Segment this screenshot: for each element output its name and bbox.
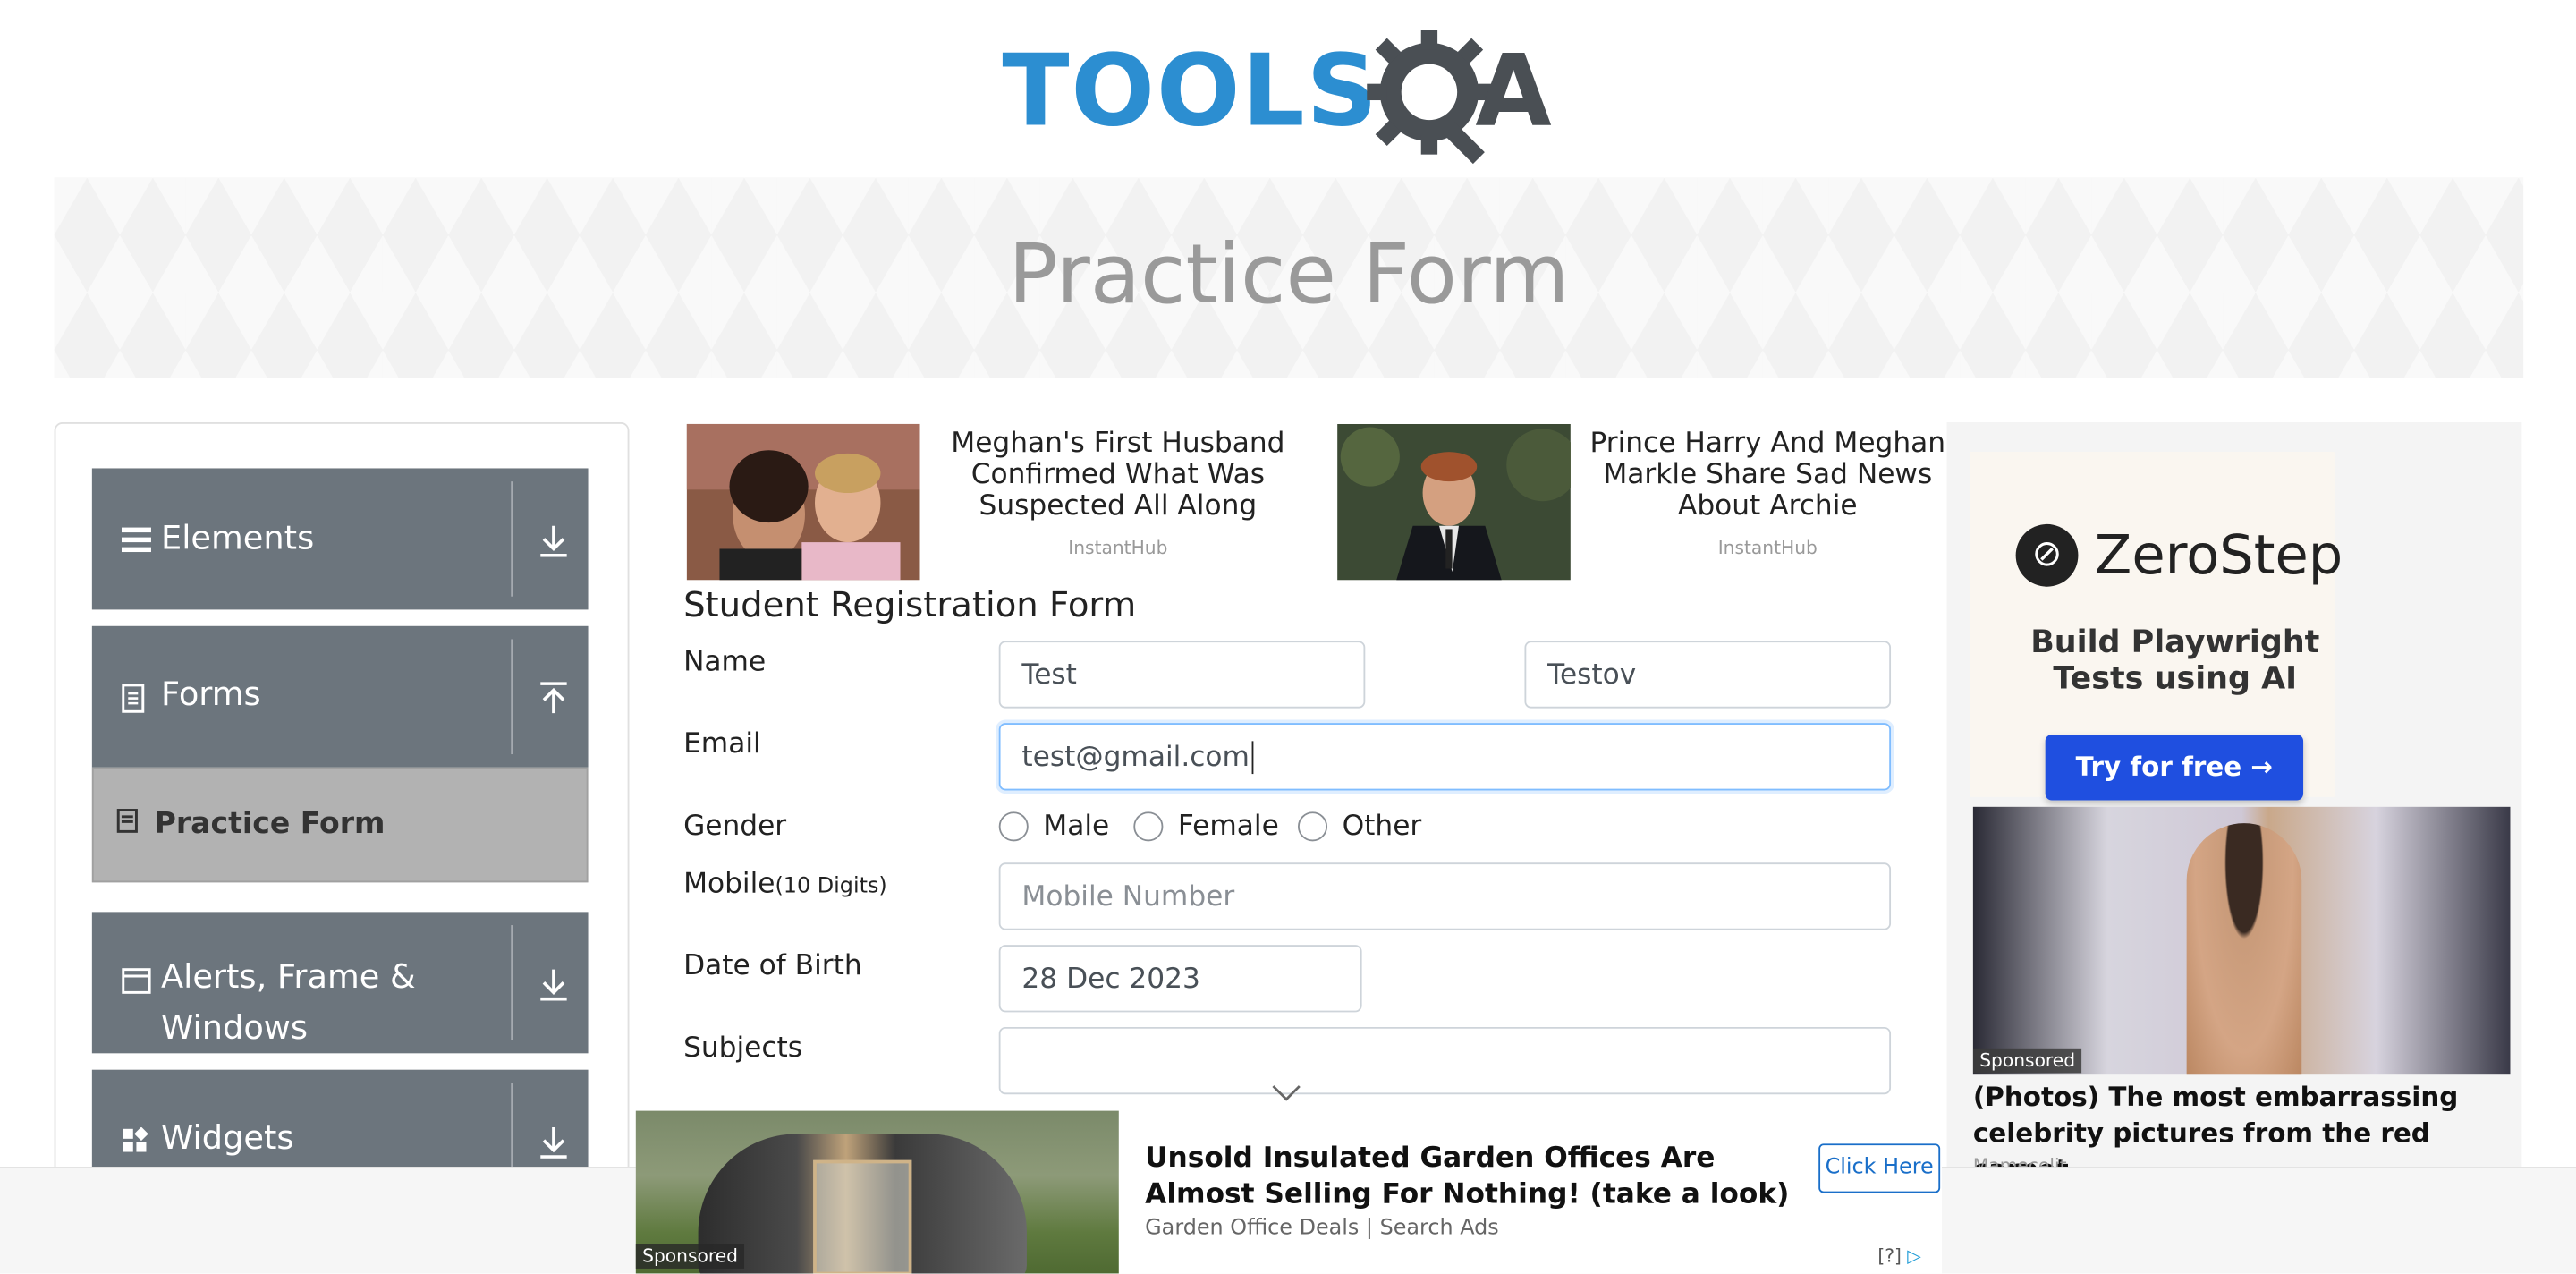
chevron-down-icon [1272,1085,1301,1101]
bottom-ad-title[interactable]: Unsold Insulated Garden Offices Are Almo… [1145,1141,1802,1213]
gender-radio-other[interactable]: Other [1297,810,1422,844]
radio-circle [998,811,1029,842]
subjects-label: Subjects [683,1032,803,1066]
upload-arrow-icon [540,682,567,714]
zerostep-tagline: Build Playwright Tests using AI [2030,624,2320,697]
first-name-input[interactable]: Test [998,641,1366,709]
last-name-value: Testov [1547,658,1637,692]
page-banner: Practice Form [54,177,2524,378]
document-icon [122,684,145,713]
ad-card-2[interactable]: Prince Harry And Meghan Markle Share Sad… [1337,423,1948,582]
download-arrow-icon [540,969,567,1001]
zerostep-logo-icon: ⊘ [2015,523,2079,587]
bottom-ad-source: Garden Office Deals | Search Ads [1145,1216,1499,1241]
ad-image [1337,423,1571,581]
page-title: Practice Form [1008,226,1570,322]
sidebar-item-label: Practice Form [154,806,386,842]
subjects-input[interactable] [998,1026,1892,1095]
sidebar-group-elements[interactable]: Elements [91,468,589,610]
radio-circle [1133,811,1164,842]
logo-text: TOOLS [1002,34,1379,150]
ad-info-link[interactable]: [?] ▷ [1877,1245,1920,1267]
dob-value: 28 Dec 2023 [1021,962,1200,996]
click-here-button[interactable]: Click Here [1818,1143,1941,1193]
divider [511,639,513,755]
toolsqa-logo[interactable]: TOOLS A [1002,26,1580,165]
sidebar-item-practice-form[interactable]: Practice Form [91,767,589,883]
sidebar-group-label: Widgets [160,1117,294,1158]
ad-info-text: [?] [1877,1245,1902,1268]
radio-label: Female [1177,810,1279,844]
ad-source: InstantHub [1068,537,1168,559]
celebrity-figure [2186,823,2302,1075]
form-icon [116,809,138,833]
dob-input[interactable]: 28 Dec 2023 [998,945,1362,1013]
sidebar-group-label: Forms [160,674,261,714]
mobile-label: Mobile(10 Digits) [683,868,887,901]
try-for-free-button[interactable]: Try for free → [2045,735,2304,801]
sidebar-group-forms[interactable]: Forms [91,625,589,768]
radio-label: Other [1342,810,1422,844]
ad-card-1[interactable]: Meghan's First Husband Confirmed What Wa… [686,423,1303,582]
mobile-input[interactable]: Mobile Number [998,862,1892,930]
mobile-label-text: Mobile [683,867,775,901]
page: TOOLS A Practice Form Elements Forms Pra… [0,0,2576,1274]
text-caret [1250,740,1253,774]
celebrity-ad-image[interactable]: Sponsored [1972,806,2511,1075]
pod-door [813,1159,912,1274]
ad-source: InstantHub [1717,537,1818,559]
sidebar-group-label-2: Windows [160,1006,308,1047]
divider [511,481,513,597]
sponsored-tag: Sponsored [635,1244,745,1269]
window-icon [122,968,151,994]
dob-label: Date of Birth [683,949,862,983]
widgets-icon [123,1126,148,1152]
first-name-value: Test [1021,658,1077,692]
form-title: Student Registration Form [683,584,1137,624]
ad-image [686,423,920,581]
gender-radio-female[interactable]: Female [1133,810,1279,844]
ad-title: Meghan's First Husband Confirmed What Wa… [951,427,1285,523]
gender-radio-male[interactable]: Male [998,810,1110,844]
sidebar: Elements Forms Practice Form Alerts, Fra… [54,422,630,1211]
email-input[interactable]: test@gmail.com [998,723,1892,791]
adchoices-icon: ▷ [1907,1245,1921,1268]
divider [511,925,513,1040]
email-value: test@gmail.com [1021,740,1250,774]
ad-title: Prince Harry And Meghan Markle Share Sad… [1589,427,1946,523]
collapse-chevron-icon[interactable] [1272,1082,1301,1108]
radio-circle [1297,811,1328,842]
zerostep-brand: ZeroStep [2094,522,2343,587]
zerostep-ad[interactable]: ⊘ ZeroStep Build Playwright Tests using … [1970,452,2343,801]
sidebar-group-label: Elements [160,517,315,557]
mobile-label-sub: (10 Digits) [775,874,887,899]
name-label: Name [683,645,767,679]
hamburger-icon [121,527,151,553]
download-arrow-icon [540,525,567,557]
radio-label: Male [1043,810,1110,844]
right-ad[interactable]: ⊘ ZeroStep Build Playwright Tests using … [1946,422,2522,1185]
download-arrow-icon [540,1126,567,1159]
logo-a: A [1475,34,1552,150]
mobile-placeholder: Mobile Number [1021,879,1235,913]
last-name-input[interactable]: Testov [1524,641,1892,709]
bottom-ad[interactable]: Sponsored Unsold Insulated Garden Office… [635,1110,1942,1274]
gender-label: Gender [683,810,787,844]
sidebar-group-alerts[interactable]: Alerts, Frame & Windows [91,912,589,1054]
email-label: Email [683,727,761,761]
sidebar-group-label: Alerts, Frame & [160,956,416,997]
sponsored-tag: Sponsored [1972,1048,2082,1074]
